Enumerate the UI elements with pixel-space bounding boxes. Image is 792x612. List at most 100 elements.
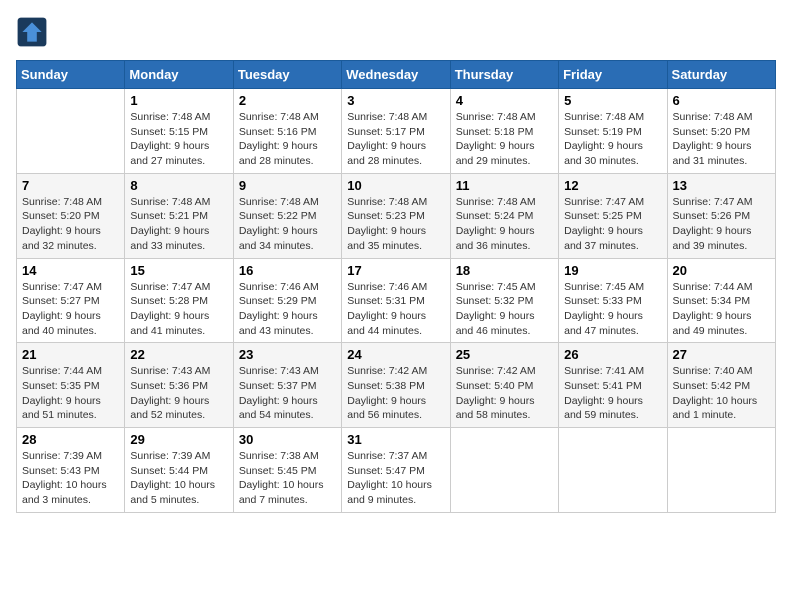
day-info: Sunrise: 7:40 AM Sunset: 5:42 PM Dayligh…: [673, 364, 770, 423]
calendar-cell: 7 Sunrise: 7:48 AM Sunset: 5:20 PM Daylig…: [17, 173, 125, 258]
day-info: Sunrise: 7:43 AM Sunset: 5:36 PM Dayligh…: [130, 364, 227, 423]
day-info: Sunrise: 7:45 AM Sunset: 5:33 PM Dayligh…: [564, 280, 661, 339]
day-number: 17: [347, 263, 444, 278]
weekday-header-saturday: Saturday: [667, 61, 775, 89]
weekday-header-tuesday: Tuesday: [233, 61, 341, 89]
calendar-cell: 23 Sunrise: 7:43 AM Sunset: 5:37 PM Dayli…: [233, 343, 341, 428]
calendar-header: SundayMondayTuesdayWednesdayThursdayFrid…: [17, 61, 776, 89]
day-number: 21: [22, 347, 119, 362]
day-info: Sunrise: 7:39 AM Sunset: 5:44 PM Dayligh…: [130, 449, 227, 508]
weekday-header-monday: Monday: [125, 61, 233, 89]
day-info: Sunrise: 7:42 AM Sunset: 5:40 PM Dayligh…: [456, 364, 553, 423]
calendar-cell: 30 Sunrise: 7:38 AM Sunset: 5:45 PM Dayli…: [233, 428, 341, 513]
weekday-header-sunday: Sunday: [17, 61, 125, 89]
calendar-cell: 12 Sunrise: 7:47 AM Sunset: 5:25 PM Dayli…: [559, 173, 667, 258]
day-number: 3: [347, 93, 444, 108]
day-number: 24: [347, 347, 444, 362]
day-info: Sunrise: 7:46 AM Sunset: 5:29 PM Dayligh…: [239, 280, 336, 339]
calendar-cell: 1 Sunrise: 7:48 AM Sunset: 5:15 PM Daylig…: [125, 89, 233, 174]
day-info: Sunrise: 7:47 AM Sunset: 5:27 PM Dayligh…: [22, 280, 119, 339]
calendar-table: SundayMondayTuesdayWednesdayThursdayFrid…: [16, 60, 776, 513]
calendar-cell: 6Sunrise: 7:48 AM Sunset: 5:20 PM Daylig…: [667, 89, 775, 174]
day-number: 7: [22, 178, 119, 193]
day-info: Sunrise: 7:48 AM Sunset: 5:15 PM Dayligh…: [130, 110, 227, 169]
day-number: 30: [239, 432, 336, 447]
day-number: 28: [22, 432, 119, 447]
day-number: 31: [347, 432, 444, 447]
day-number: 12: [564, 178, 661, 193]
day-info: Sunrise: 7:42 AM Sunset: 5:38 PM Dayligh…: [347, 364, 444, 423]
calendar-cell: 2 Sunrise: 7:48 AM Sunset: 5:16 PM Daylig…: [233, 89, 341, 174]
day-number: 5: [564, 93, 661, 108]
day-info: Sunrise: 7:47 AM Sunset: 5:26 PM Dayligh…: [673, 195, 770, 254]
day-number: 23: [239, 347, 336, 362]
day-info: Sunrise: 7:46 AM Sunset: 5:31 PM Dayligh…: [347, 280, 444, 339]
day-info: Sunrise: 7:48 AM Sunset: 5:18 PM Dayligh…: [456, 110, 553, 169]
weekday-header-wednesday: Wednesday: [342, 61, 450, 89]
day-number: 15: [130, 263, 227, 278]
calendar-cell: [17, 89, 125, 174]
day-info: Sunrise: 7:38 AM Sunset: 5:45 PM Dayligh…: [239, 449, 336, 508]
day-number: 1: [130, 93, 227, 108]
day-number: 22: [130, 347, 227, 362]
calendar-cell: 17 Sunrise: 7:46 AM Sunset: 5:31 PM Dayli…: [342, 258, 450, 343]
calendar-cell: 27 Sunrise: 7:40 AM Sunset: 5:42 PM Dayli…: [667, 343, 775, 428]
day-info: Sunrise: 7:45 AM Sunset: 5:32 PM Dayligh…: [456, 280, 553, 339]
calendar-cell: 26 Sunrise: 7:41 AM Sunset: 5:41 PM Dayli…: [559, 343, 667, 428]
day-number: 20: [673, 263, 770, 278]
day-info: Sunrise: 7:48 AM Sunset: 5:22 PM Dayligh…: [239, 195, 336, 254]
day-info: Sunrise: 7:48 AM Sunset: 5:16 PM Dayligh…: [239, 110, 336, 169]
day-number: 16: [239, 263, 336, 278]
calendar-cell: [667, 428, 775, 513]
calendar-cell: 4 Sunrise: 7:48 AM Sunset: 5:18 PM Daylig…: [450, 89, 558, 174]
calendar-cell: 24 Sunrise: 7:42 AM Sunset: 5:38 PM Dayli…: [342, 343, 450, 428]
day-info: Sunrise: 7:41 AM Sunset: 5:41 PM Dayligh…: [564, 364, 661, 423]
day-number: 8: [130, 178, 227, 193]
day-info: Sunrise: 7:48 AM Sunset: 5:20 PM Dayligh…: [22, 195, 119, 254]
day-number: 13: [673, 178, 770, 193]
day-info: Sunrise: 7:48 AM Sunset: 5:17 PM Dayligh…: [347, 110, 444, 169]
calendar-cell: 8 Sunrise: 7:48 AM Sunset: 5:21 PM Daylig…: [125, 173, 233, 258]
day-number: 4: [456, 93, 553, 108]
weekday-header-thursday: Thursday: [450, 61, 558, 89]
day-number: 9: [239, 178, 336, 193]
day-number: 26: [564, 347, 661, 362]
day-info: Sunrise: 7:39 AM Sunset: 5:43 PM Dayligh…: [22, 449, 119, 508]
calendar-cell: 21Sunrise: 7:44 AM Sunset: 5:35 PM Dayli…: [17, 343, 125, 428]
calendar-week-5: 28 Sunrise: 7:39 AM Sunset: 5:43 PM Dayli…: [17, 428, 776, 513]
calendar-cell: 25 Sunrise: 7:42 AM Sunset: 5:40 PM Dayli…: [450, 343, 558, 428]
calendar-cell: [559, 428, 667, 513]
calendar-cell: 9 Sunrise: 7:48 AM Sunset: 5:22 PM Daylig…: [233, 173, 341, 258]
logo: [16, 16, 52, 48]
day-info: Sunrise: 7:44 AM Sunset: 5:34 PM Dayligh…: [673, 280, 770, 339]
day-number: 29: [130, 432, 227, 447]
logo-icon: [16, 16, 48, 48]
calendar-cell: 3 Sunrise: 7:48 AM Sunset: 5:17 PM Daylig…: [342, 89, 450, 174]
calendar-cell: 31 Sunrise: 7:37 AM Sunset: 5:47 PM Dayli…: [342, 428, 450, 513]
day-number: 25: [456, 347, 553, 362]
calendar-cell: 10 Sunrise: 7:48 AM Sunset: 5:23 PM Dayli…: [342, 173, 450, 258]
weekday-header-friday: Friday: [559, 61, 667, 89]
calendar-week-3: 14 Sunrise: 7:47 AM Sunset: 5:27 PM Dayli…: [17, 258, 776, 343]
day-info: Sunrise: 7:48 AM Sunset: 5:19 PM Dayligh…: [564, 110, 661, 169]
day-info: Sunrise: 7:48 AM Sunset: 5:24 PM Dayligh…: [456, 195, 553, 254]
day-info: Sunrise: 7:37 AM Sunset: 5:47 PM Dayligh…: [347, 449, 444, 508]
calendar-cell: 28 Sunrise: 7:39 AM Sunset: 5:43 PM Dayli…: [17, 428, 125, 513]
day-info: Sunrise: 7:43 AM Sunset: 5:37 PM Dayligh…: [239, 364, 336, 423]
calendar-cell: [450, 428, 558, 513]
calendar-cell: 15 Sunrise: 7:47 AM Sunset: 5:28 PM Dayli…: [125, 258, 233, 343]
day-info: Sunrise: 7:47 AM Sunset: 5:25 PM Dayligh…: [564, 195, 661, 254]
day-info: Sunrise: 7:48 AM Sunset: 5:23 PM Dayligh…: [347, 195, 444, 254]
calendar-cell: 14 Sunrise: 7:47 AM Sunset: 5:27 PM Dayli…: [17, 258, 125, 343]
day-number: 19: [564, 263, 661, 278]
day-number: 2: [239, 93, 336, 108]
day-info: Sunrise: 7:48 AM Sunset: 5:20 PM Dayligh…: [673, 110, 770, 169]
day-number: 14: [22, 263, 119, 278]
calendar-cell: 20 Sunrise: 7:44 AM Sunset: 5:34 PM Dayli…: [667, 258, 775, 343]
day-info: Sunrise: 7:48 AM Sunset: 5:21 PM Dayligh…: [130, 195, 227, 254]
calendar-week-1: 1 Sunrise: 7:48 AM Sunset: 5:15 PM Daylig…: [17, 89, 776, 174]
day-info: Sunrise: 7:47 AM Sunset: 5:28 PM Dayligh…: [130, 280, 227, 339]
day-number: 27: [673, 347, 770, 362]
day-number: 10: [347, 178, 444, 193]
calendar-week-2: 7 Sunrise: 7:48 AM Sunset: 5:20 PM Daylig…: [17, 173, 776, 258]
